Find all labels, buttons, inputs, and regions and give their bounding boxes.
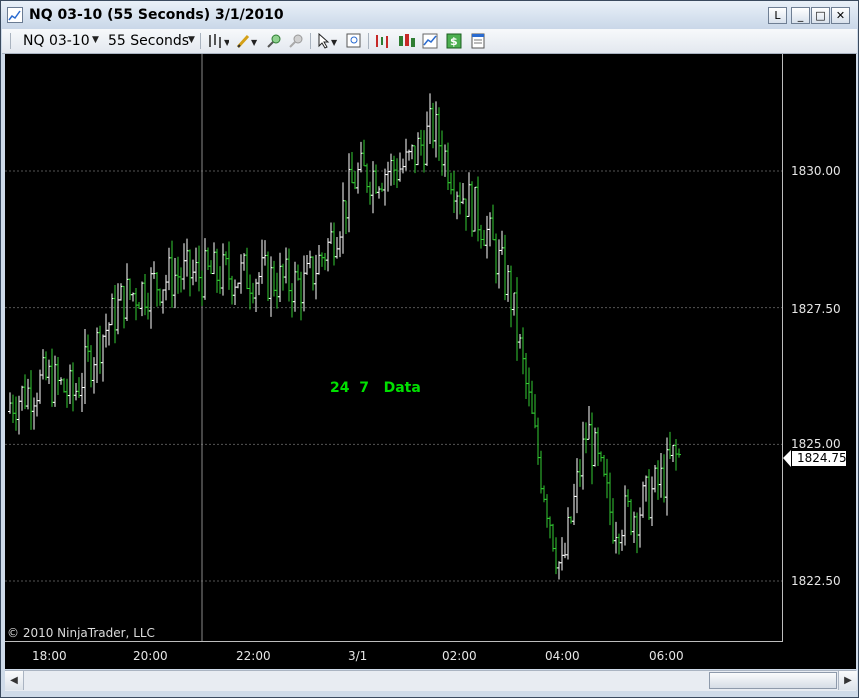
x-tick-label: 22:00 <box>236 649 271 663</box>
interval-dropdown-icon[interactable]: ▼ <box>188 35 195 45</box>
zoom-in-icon[interactable] <box>266 33 282 49</box>
price-axis-border <box>782 54 783 642</box>
link-button[interactable]: L <box>768 7 787 24</box>
y-tick-label: 1825.00 <box>791 437 841 451</box>
money-icon[interactable]: $ <box>446 33 462 49</box>
horizontal-scrollbar[interactable]: ◀ ▶ <box>5 670 857 691</box>
x-tick-label: 02:00 <box>442 649 477 663</box>
scroll-thumb[interactable] <box>709 672 837 689</box>
scroll-right-icon[interactable]: ▶ <box>838 671 857 690</box>
minimize-button[interactable]: _ <box>791 7 810 24</box>
x-tick-label: 18:00 <box>32 649 67 663</box>
y-tick-label: 1830.00 <box>791 164 841 178</box>
chart-app-icon <box>7 7 23 23</box>
maximize-button[interactable]: □ <box>811 7 830 24</box>
window-title: NQ 03-10 (55 Seconds) 3/1/2010 <box>29 7 284 23</box>
close-button[interactable]: ✕ <box>831 7 850 24</box>
scroll-left-icon[interactable]: ◀ <box>5 671 24 690</box>
svg-text:▼: ▼ <box>224 38 229 47</box>
x-tick-label: 20:00 <box>133 649 168 663</box>
bar-type-icon[interactable]: ▼ <box>207 33 231 49</box>
current-price-label: 1824.75 <box>791 450 847 467</box>
toolbar-separator <box>368 33 369 49</box>
copyright-notice: © 2010 NinjaTrader, LLC <box>7 626 155 640</box>
price-plot-area[interactable] <box>5 54 856 669</box>
interval-selector[interactable]: 55 Seconds <box>108 33 189 49</box>
data-feed-watermark: 24 7 Data <box>330 380 421 396</box>
chart-toolbar: NQ 03-10 ▼ 55 Seconds ▼ ▼ ▼ ▼ $ <box>2 29 857 54</box>
time-axis-border <box>5 641 783 642</box>
chart-trader-icon[interactable] <box>422 33 438 49</box>
strategies-icon[interactable] <box>398 33 415 49</box>
data-box-icon[interactable] <box>346 33 362 49</box>
y-tick-label: 1827.50 <box>791 302 841 316</box>
price-bars <box>8 93 681 580</box>
svg-text:▼: ▼ <box>331 38 338 47</box>
current-price-marker <box>783 450 791 467</box>
chart-window: NQ 03-10 (55 Seconds) 3/1/2010 L _ □ ✕ N… <box>0 0 859 698</box>
toolbar-grip <box>10 33 11 49</box>
instrument-selector[interactable]: NQ 03-10 <box>23 33 90 49</box>
svg-text:▼: ▼ <box>251 38 258 47</box>
price-chart[interactable]: 1830.00 1827.50 1825.00 1822.50 1824.75 … <box>5 54 856 669</box>
indicators-icon[interactable] <box>374 33 390 49</box>
grid-lines <box>5 170 782 582</box>
x-tick-label: 04:00 <box>545 649 580 663</box>
y-tick-label: 1822.50 <box>791 574 841 588</box>
drawing-pencil-icon[interactable]: ▼ <box>236 33 258 49</box>
zoom-out-icon[interactable] <box>288 33 304 49</box>
x-tick-label: 3/1 <box>348 649 368 663</box>
pointer-icon[interactable]: ▼ <box>316 32 338 49</box>
toolbar-separator <box>200 33 201 49</box>
instrument-dropdown-icon[interactable]: ▼ <box>92 35 99 45</box>
properties-icon[interactable] <box>470 33 486 49</box>
x-tick-label: 06:00 <box>649 649 684 663</box>
svg-text:$: $ <box>450 35 458 48</box>
toolbar-separator <box>310 33 311 49</box>
title-bar[interactable]: NQ 03-10 (55 Seconds) 3/1/2010 L _ □ ✕ <box>1 1 858 29</box>
